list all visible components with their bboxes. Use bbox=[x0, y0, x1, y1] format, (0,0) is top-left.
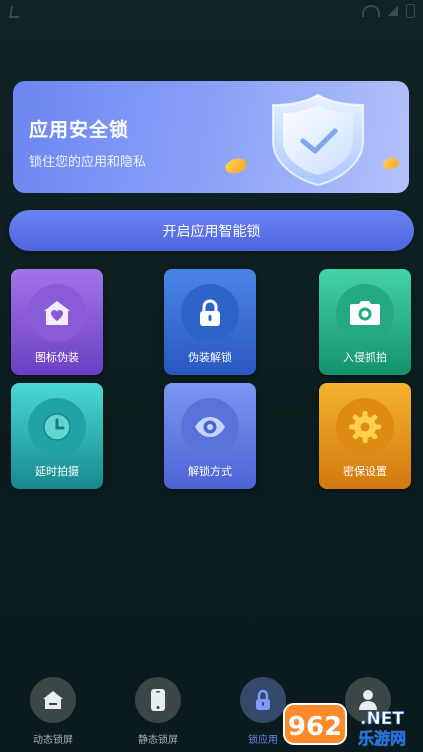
shield-icon bbox=[259, 91, 377, 187]
signal-icon bbox=[388, 6, 398, 16]
camera-icon bbox=[336, 284, 394, 342]
nav-label: 静态锁屏 bbox=[138, 735, 178, 746]
home-heart-icon bbox=[28, 284, 86, 342]
eye-icon bbox=[181, 398, 239, 456]
padlock-icon bbox=[181, 284, 239, 342]
feature-security-settings[interactable]: 密保设置 bbox=[319, 383, 411, 489]
wifi-icon bbox=[362, 5, 380, 17]
nav-item-static-lockscreen[interactable]: 静态锁屏 bbox=[118, 677, 198, 747]
feature-icon-disguise[interactable]: 图标伪装 bbox=[11, 269, 103, 375]
feature-delayed-capture[interactable]: 延时拍摄 bbox=[11, 383, 103, 489]
coin-decoration bbox=[223, 156, 249, 176]
coin-decoration bbox=[381, 156, 401, 171]
notification-icon bbox=[8, 6, 22, 18]
banner-title: 应用安全锁 bbox=[29, 119, 130, 141]
nav-item-dynamic-lockscreen[interactable]: 动态锁屏 bbox=[13, 677, 93, 747]
padlock-icon bbox=[240, 677, 286, 723]
status-icons bbox=[362, 4, 415, 18]
feature-label: 密保设置 bbox=[343, 465, 387, 478]
feature-label: 伪装解锁 bbox=[188, 351, 232, 364]
feature-label: 图标伪装 bbox=[35, 351, 79, 364]
nav-label: 动态锁屏 bbox=[33, 735, 73, 746]
home-icon bbox=[30, 677, 76, 723]
watermark-number: 962 bbox=[288, 712, 342, 742]
feature-unlock-method[interactable]: 解锁方式 bbox=[164, 383, 256, 489]
battery-icon bbox=[406, 4, 415, 18]
feature-intruder-capture[interactable]: 入侵抓拍 bbox=[319, 269, 411, 375]
feature-label: 解锁方式 bbox=[188, 465, 232, 478]
feature-fake-unlock[interactable]: 伪装解锁 bbox=[164, 269, 256, 375]
enable-smart-lock-button[interactable]: 开启应用智能锁 bbox=[9, 210, 414, 251]
site-watermark: 962 .NET 乐游网 bbox=[282, 700, 420, 748]
feature-label: 延时拍摄 bbox=[35, 465, 79, 478]
banner-subtitle: 锁住您的应用和隐私 bbox=[29, 155, 147, 170]
phone-icon bbox=[135, 677, 181, 723]
watermark-text: 乐游网 bbox=[358, 729, 406, 748]
gear-icon bbox=[336, 398, 394, 456]
feature-label: 入侵抓拍 bbox=[343, 351, 387, 364]
watermark-suffix: .NET bbox=[360, 709, 404, 729]
app-lock-banner: 应用安全锁 锁住您的应用和隐私 bbox=[13, 81, 409, 193]
status-bar bbox=[0, 0, 423, 24]
clock-icon bbox=[28, 398, 86, 456]
